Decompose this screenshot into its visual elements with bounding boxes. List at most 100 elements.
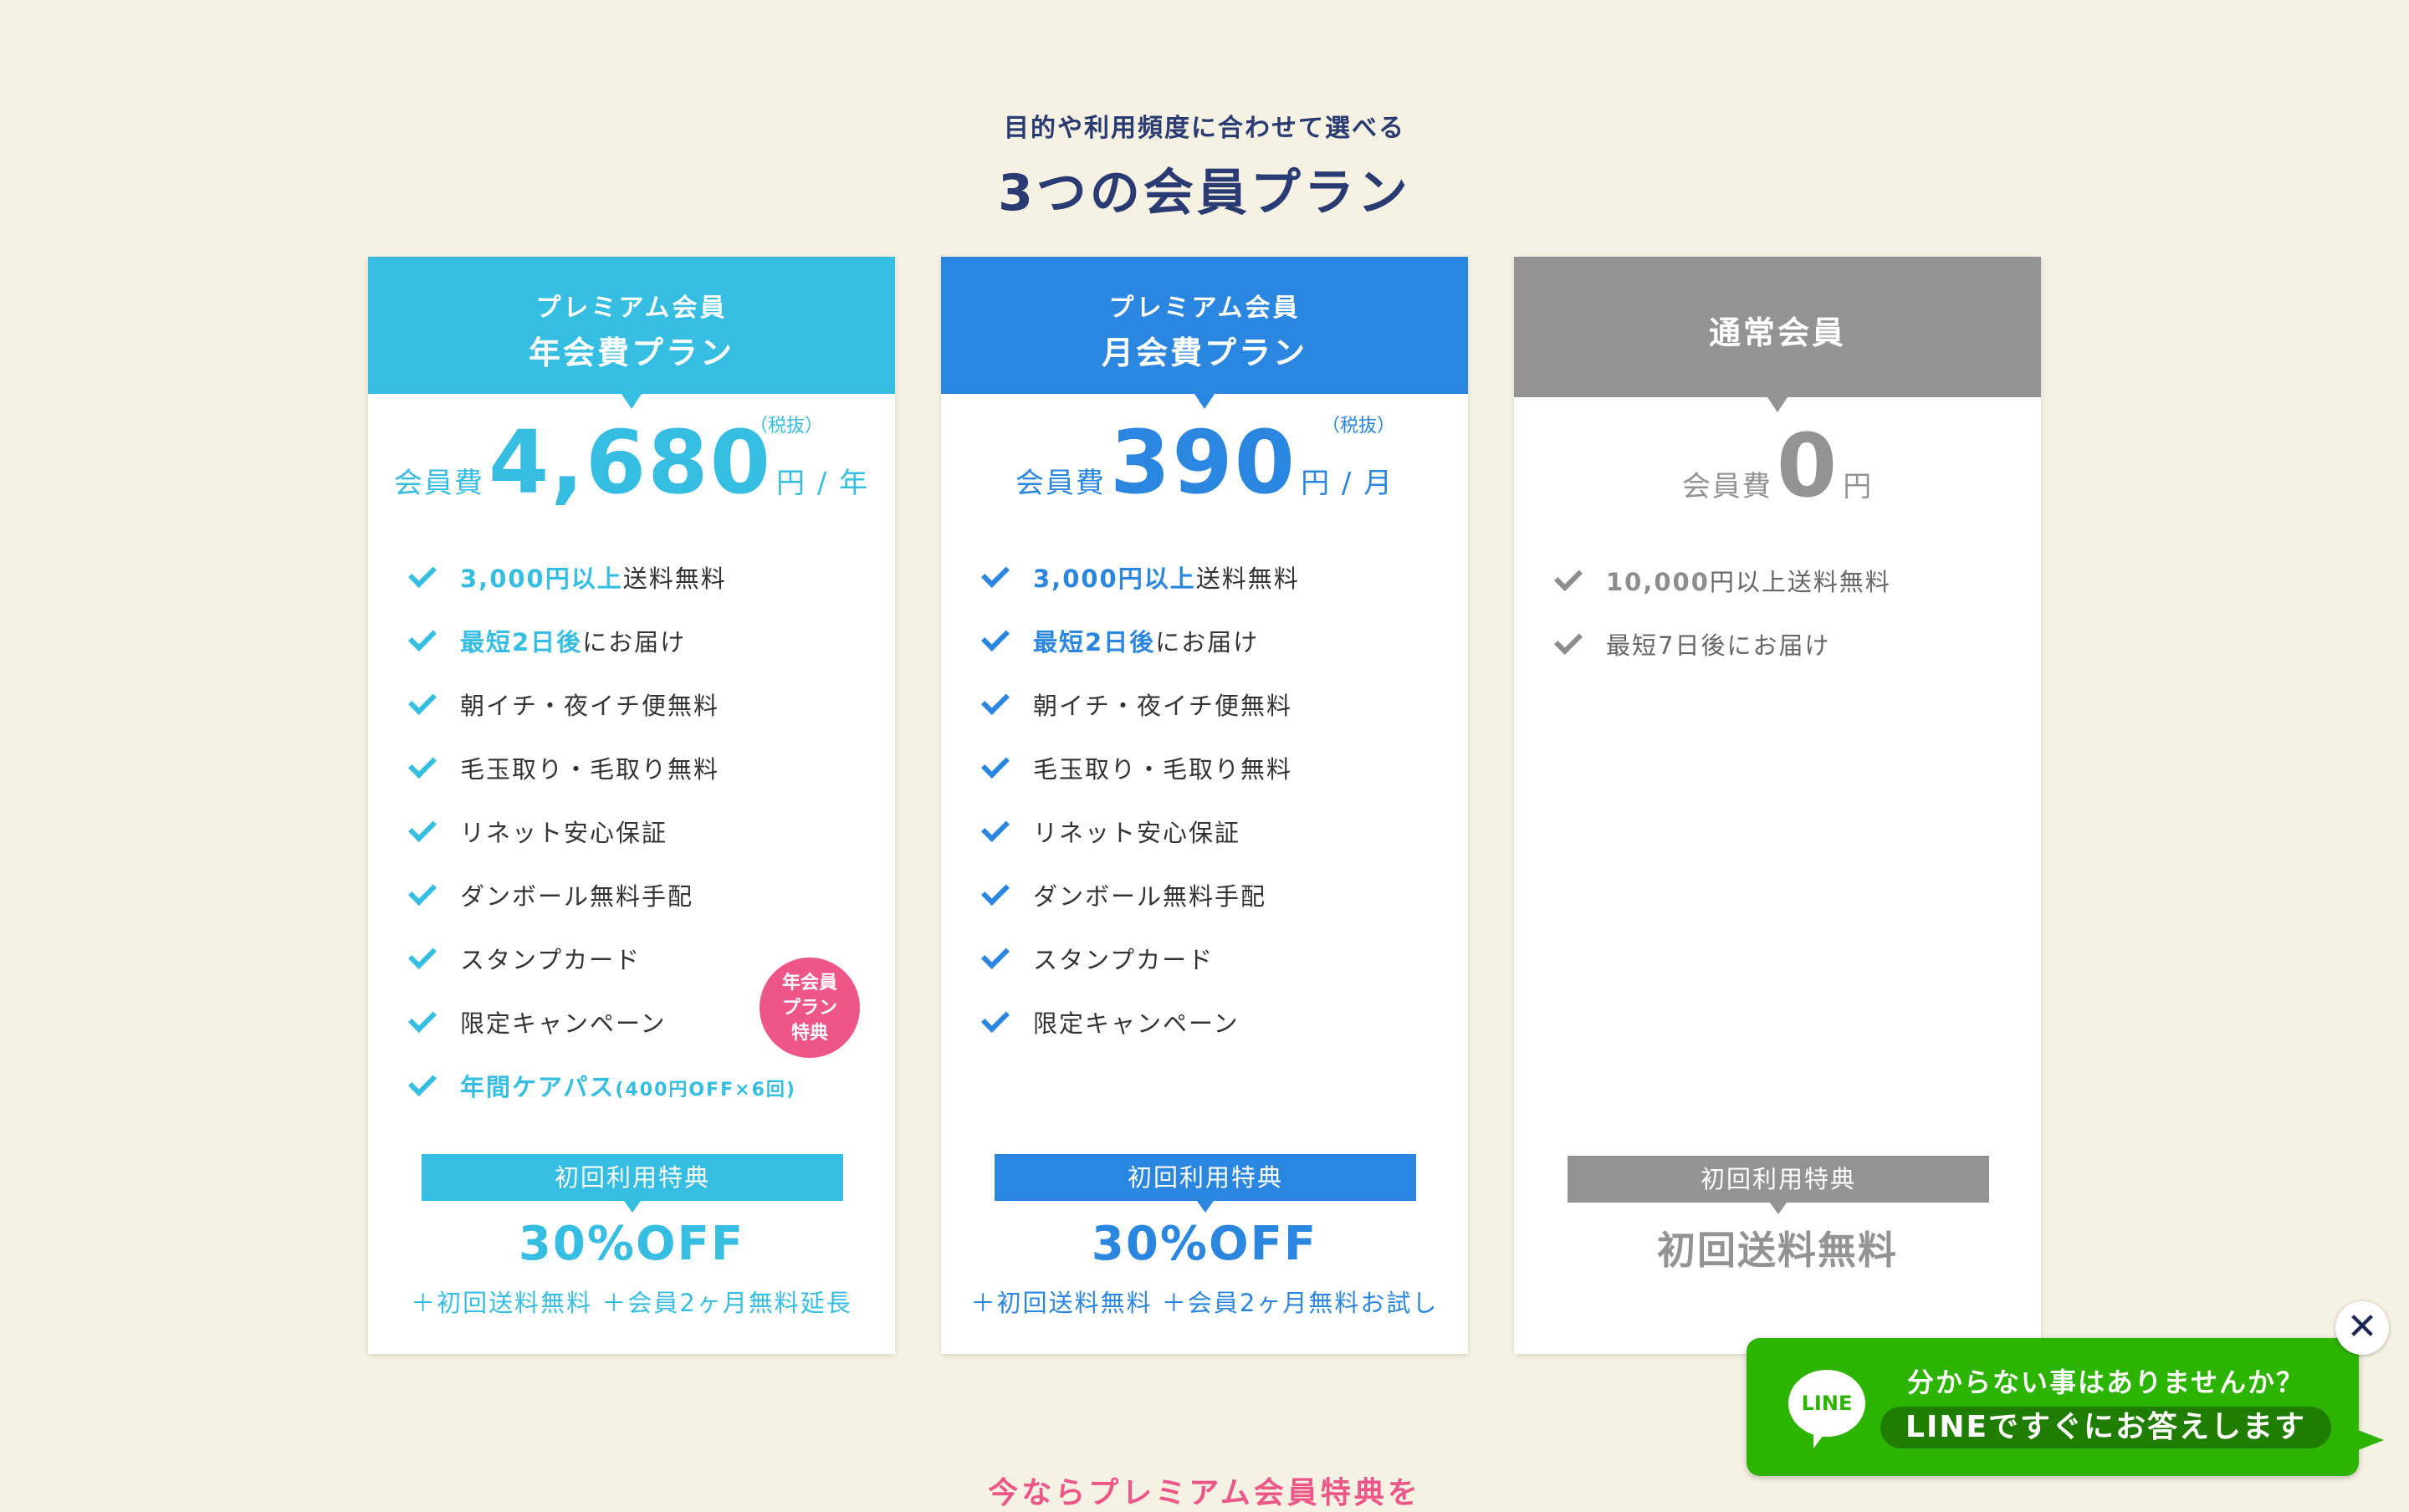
feature-item: 最短2日後にお届け bbox=[991, 623, 1259, 658]
badge-line: 特典 bbox=[790, 1023, 828, 1044]
price-label: 会員費 bbox=[1681, 470, 1772, 503]
feature-item: 毛玉取り・毛取り無料 bbox=[991, 750, 1292, 785]
feature-text: 限定キャンペーン bbox=[460, 1009, 667, 1038]
feature-item: 3,000円以上送料無料 bbox=[418, 559, 727, 595]
line-banner-cta[interactable]: LINEですぐにお答えします bbox=[1880, 1407, 2332, 1448]
annual-plan-badge: 年会員 プラン 特典 bbox=[760, 958, 860, 1058]
feature-highlight: 3,000円以上 bbox=[460, 564, 623, 593]
plan-header: プレミアム会員 年会費プラン bbox=[368, 257, 895, 409]
feature-item: 朝イチ・夜イチ便無料 bbox=[418, 687, 719, 722]
bonus-label: 初回利用特典 bbox=[1568, 1156, 1989, 1214]
feature-item: スタンプカード bbox=[418, 941, 641, 976]
check-icon bbox=[983, 876, 1013, 906]
feature-item: 最短7日後にお届け bbox=[1564, 626, 1830, 662]
bonus-sub: ＋初回送料無料 ＋会員2ヶ月無料延長 bbox=[411, 1289, 852, 1317]
check-icon bbox=[1556, 625, 1586, 655]
check-icon bbox=[410, 812, 440, 842]
feature-item: 限定キャンペーン bbox=[991, 1004, 1240, 1040]
feature-item: リネット安心保証 bbox=[991, 814, 1240, 849]
price-tax-note: （税抜） bbox=[749, 416, 824, 437]
feature-text: 朝イチ・夜イチ便無料 bbox=[460, 692, 720, 720]
close-icon[interactable]: ✕ bbox=[2335, 1301, 2389, 1355]
line-banner-tail bbox=[2354, 1428, 2384, 1452]
feature-text: 最短7日後にお届け bbox=[1606, 631, 1831, 660]
price-label: 会員費 bbox=[393, 467, 484, 500]
bonus-main: 初回送料無料 bbox=[1657, 1228, 1898, 1273]
plan-card-annual: プレミアム会員 年会費プラン 会員費 4,680 円 / 年 （税抜） 3,00… bbox=[368, 257, 895, 1354]
feature-item: 年間ケアパス(400円OFF×6回) bbox=[418, 1068, 796, 1103]
bonus-sub: ＋初回送料無料 ＋会員2ヶ月無料お試し bbox=[970, 1289, 1439, 1317]
plan-header-line1: プレミアム会員 bbox=[535, 294, 728, 323]
price-value: 0 bbox=[1776, 415, 1839, 517]
plan-header-title: 通常会員 bbox=[1708, 314, 1846, 351]
check-icon bbox=[983, 685, 1013, 715]
feature-item: 毛玉取り・毛取り無料 bbox=[418, 750, 719, 785]
feature-highlight: 年間ケアパス bbox=[460, 1073, 616, 1101]
bonus-label: 初回利用特典 bbox=[422, 1154, 843, 1213]
feature-text: 円以上送料無料 bbox=[1709, 568, 1891, 596]
check-icon bbox=[983, 812, 1013, 842]
feature-text: (400円OFF×6回) bbox=[615, 1080, 796, 1101]
plan-price: 会員費 390 円 / 月 （税抜） bbox=[941, 394, 1468, 536]
price-tax-note: （税抜） bbox=[1322, 416, 1396, 437]
feature-text: ダンボール無料手配 bbox=[460, 882, 694, 911]
check-icon bbox=[983, 748, 1013, 779]
bonus-label: 初回利用特典 bbox=[995, 1154, 1416, 1213]
feature-item: ダンボール無料手配 bbox=[418, 877, 693, 912]
bonus-main: 30%OFF bbox=[518, 1217, 745, 1271]
line-banner-question: 分からない事はありませんか？ bbox=[1907, 1366, 2305, 1398]
check-icon bbox=[1556, 561, 1586, 591]
check-icon bbox=[410, 1066, 440, 1096]
plan-card-monthly: プレミアム会員 月会費プラン 会員費 390 円 / 月 （税抜） 3,000円… bbox=[941, 257, 1468, 1354]
feature-item: スタンプカード bbox=[991, 941, 1214, 976]
feature-item: 限定キャンペーン bbox=[418, 1004, 667, 1040]
bonus-main: 30%OFF bbox=[1091, 1217, 1318, 1271]
line-logo-icon: LINE bbox=[1788, 1370, 1865, 1448]
price-unit: 円 / 年 bbox=[776, 467, 870, 500]
feature-text: 毛玉取り・毛取り無料 bbox=[1033, 755, 1293, 784]
check-icon bbox=[410, 1003, 440, 1033]
feature-item: ダンボール無料手配 bbox=[991, 877, 1266, 912]
check-icon bbox=[983, 621, 1013, 651]
feature-highlight: 最短2日後 bbox=[1033, 628, 1156, 656]
price-value: 4,680 bbox=[488, 411, 772, 513]
feature-text: 送料無料 bbox=[1195, 564, 1300, 593]
plan-header: 通常会員 bbox=[1514, 257, 2041, 412]
price-unit: 円 bbox=[1843, 470, 1874, 503]
line-chat-banner[interactable]: LINE 分からない事はありませんか？ LINEですぐにお答えします bbox=[1747, 1338, 2384, 1476]
feature-text: リネット安心保証 bbox=[1033, 819, 1241, 847]
feature-text: リネット安心保証 bbox=[460, 819, 668, 847]
check-icon bbox=[410, 939, 440, 969]
check-icon bbox=[410, 748, 440, 779]
check-icon bbox=[410, 685, 440, 715]
check-icon bbox=[983, 558, 1013, 588]
feature-highlight: 10,000 bbox=[1606, 568, 1710, 596]
feature-item: 最短2日後にお届け bbox=[418, 623, 686, 658]
check-icon bbox=[410, 876, 440, 906]
section-title: 3つの会員プラン bbox=[998, 164, 1411, 222]
feature-text: にお届け bbox=[1155, 628, 1260, 656]
feature-text: 朝イチ・夜イチ便無料 bbox=[1033, 692, 1293, 720]
plan-price: 会員費 4,680 円 / 年 （税抜） bbox=[368, 394, 895, 536]
feature-highlight: 3,000円以上 bbox=[1033, 564, 1196, 593]
section-intro: 目的や利用頻度に合わせて選べる bbox=[1004, 114, 1405, 143]
feature-text: 限定キャンペーン bbox=[1033, 1009, 1240, 1038]
badge-line: 年会員 bbox=[781, 973, 837, 994]
feature-highlight: 最短2日後 bbox=[460, 628, 583, 656]
check-icon bbox=[983, 1003, 1013, 1033]
feature-text: 送料無料 bbox=[622, 564, 727, 593]
feature-item: リネット安心保証 bbox=[418, 814, 667, 849]
plan-header-line2: 年会費プラン bbox=[528, 335, 734, 371]
feature-text: スタンプカード bbox=[460, 946, 642, 974]
feature-item: 朝イチ・夜イチ便無料 bbox=[991, 687, 1292, 722]
price-label: 会員費 bbox=[1015, 467, 1106, 500]
badge-line: プラン bbox=[781, 998, 837, 1019]
feature-text: スタンプカード bbox=[1033, 946, 1215, 974]
plan-header: プレミアム会員 月会費プラン bbox=[941, 257, 1468, 409]
feature-text: にお届け bbox=[582, 628, 687, 656]
price-value: 390 bbox=[1109, 411, 1297, 513]
plan-header-line1: プレミアム会員 bbox=[1108, 294, 1301, 323]
feature-text: 毛玉取り・毛取り無料 bbox=[460, 755, 720, 784]
plan-price: 会員費 0 円 bbox=[1514, 397, 2041, 539]
feature-text: ダンボール無料手配 bbox=[1033, 882, 1267, 911]
